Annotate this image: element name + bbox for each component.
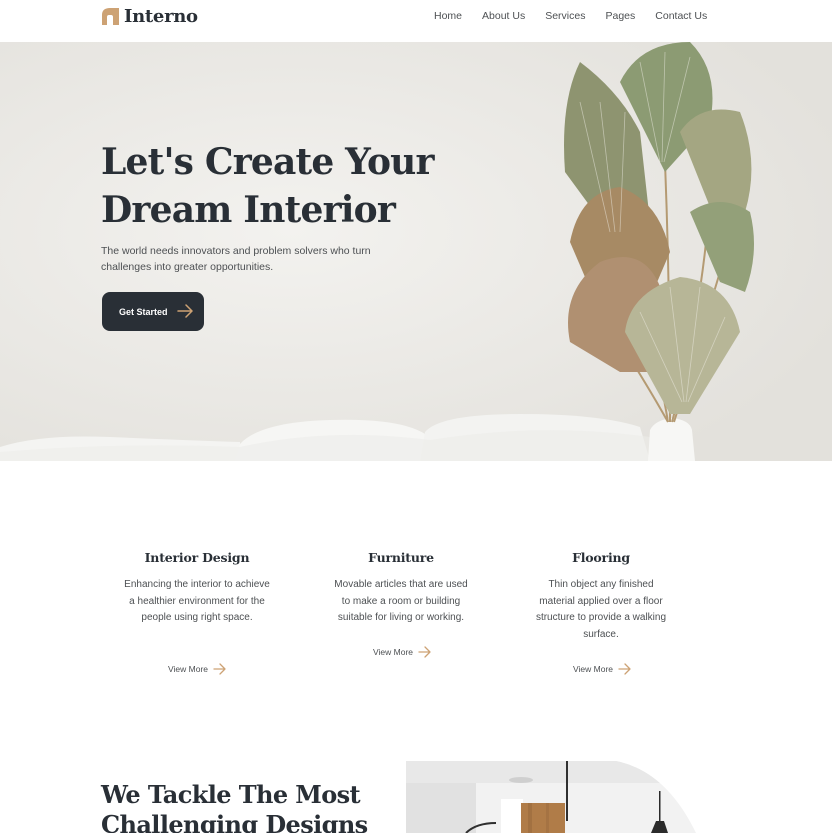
get-started-button[interactable]: Get Started [102, 292, 204, 331]
hero-title: Let's Create Your Dream Interior [101, 138, 441, 234]
logo-icon [102, 7, 119, 25]
service-description-line: people using right space. [141, 612, 253, 623]
hero-subtitle-line-2: challenges into greater opportunities. [101, 261, 274, 273]
service-card-furniture: Furniture Movable articles that are used… [311, 550, 491, 627]
service-description-line: Thin object any finished [548, 579, 654, 590]
nav-services[interactable]: Services [545, 10, 585, 22]
service-description: Enhancing the interior to achieve a heal… [107, 577, 287, 627]
service-description: Thin object any finished material applie… [511, 577, 691, 643]
service-title: Flooring [572, 550, 630, 565]
hero-section: Let's Create Your Dream Interior The wor… [0, 42, 832, 461]
section-title: We Tackle The Most Challenging Designs [101, 780, 368, 833]
interior-photo [406, 761, 832, 833]
main-nav: Home About Us Services Pages Contact Us [434, 10, 727, 22]
nav-home[interactable]: Home [434, 10, 462, 22]
service-description-line: to make a room or building [341, 595, 461, 607]
arrow-right-icon [618, 663, 631, 675]
view-more-link-furniture[interactable]: View More [373, 646, 432, 658]
hero-title-line-1: Let's Create Your [101, 141, 435, 183]
service-description-line: Enhancing the interior to achieve [124, 579, 270, 590]
logo-text: Interno [124, 5, 198, 27]
section-title-line-2: Challenging Designs [101, 810, 368, 833]
arrow-right-icon [177, 304, 193, 318]
logo[interactable]: Interno [102, 5, 198, 27]
view-more-link-flooring[interactable]: View More [573, 663, 632, 675]
service-card-flooring: Flooring Thin object any finished materi… [511, 550, 691, 643]
hero-subtitle: The world needs innovators and problem s… [101, 243, 401, 275]
service-description-line: Movable articles that are used [334, 579, 468, 590]
view-more-label: View More [573, 664, 613, 674]
service-description-line: structure to provide a walking [535, 612, 667, 623]
get-started-label: Get Started [119, 306, 168, 317]
arrow-right-icon [213, 663, 226, 675]
section-title-line-1: We Tackle The Most [101, 780, 361, 809]
nav-contact-us[interactable]: Contact Us [655, 10, 707, 22]
service-description-line: a healthier environment for the [129, 595, 265, 607]
service-description-line: suitable for living or working. [337, 612, 465, 623]
hero-title-line-2: Dream Interior [101, 189, 396, 231]
service-description-line: surface. [583, 628, 619, 640]
view-more-label: View More [373, 647, 413, 657]
service-description-line: material applied over a floor [539, 595, 663, 607]
view-more-link-interior-design[interactable]: View More [168, 663, 227, 675]
service-title: Furniture [368, 550, 434, 565]
nav-about-us[interactable]: About Us [482, 10, 525, 22]
interior-photo-image [406, 761, 696, 833]
arrow-right-icon [418, 646, 431, 658]
nav-pages[interactable]: Pages [605, 10, 635, 22]
service-description: Movable articles that are used to make a… [311, 577, 491, 627]
service-title: Interior Design [144, 550, 250, 565]
site-header: Interno Home About Us Services Pages Con… [0, 0, 832, 42]
service-card-interior-design: Interior Design Enhancing the interior t… [107, 550, 287, 627]
view-more-label: View More [168, 664, 208, 674]
hero-subtitle-line-1: The world needs innovators and problem s… [101, 245, 371, 257]
